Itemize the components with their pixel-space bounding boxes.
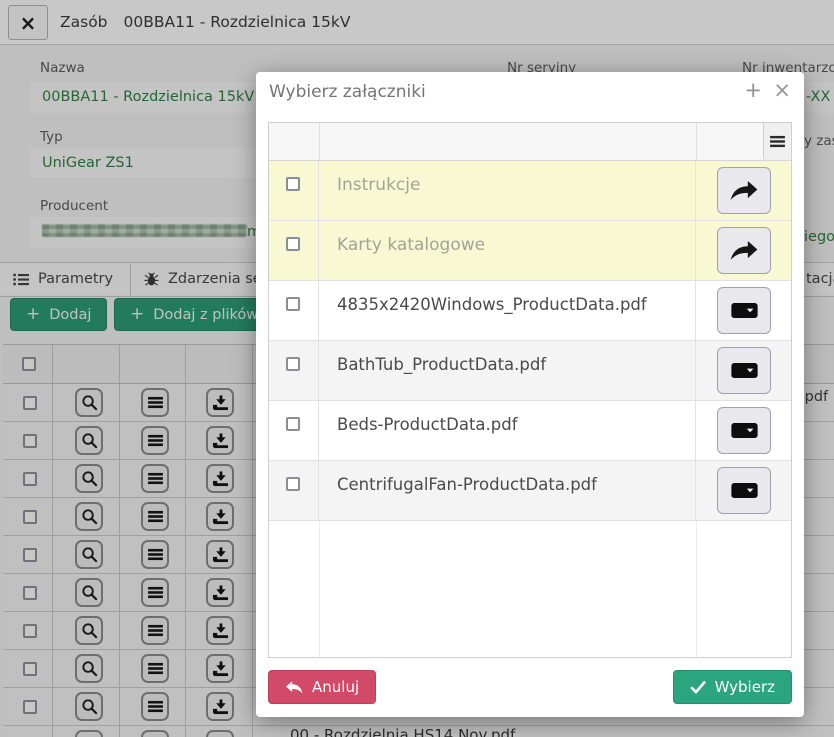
action-cell xyxy=(696,281,791,340)
attachment-row: BathTub_ProductData.pdf xyxy=(269,341,791,401)
attachments-dialog: Wybierz załączniki + × Instrukcje xyxy=(256,72,804,717)
attachment-checkbox[interactable] xyxy=(286,417,300,431)
attachment-name: Beds-ProductData.pdf xyxy=(337,415,518,434)
attachment-name: Karty katalogowe xyxy=(337,235,485,255)
attachment-row: CentrifugalFan-ProductData.pdf xyxy=(269,461,791,521)
cancel-button[interactable]: Anuluj xyxy=(268,670,376,704)
cancel-label: Anuluj xyxy=(312,678,359,696)
attachment-name: CentrifugalFan-ProductData.pdf xyxy=(337,475,597,494)
name-cell: BathTub_ProductData.pdf xyxy=(319,341,696,400)
attachment-name: BathTub_ProductData.pdf xyxy=(337,355,546,374)
name-cell: Karty katalogowe xyxy=(319,221,696,280)
card-dropdown-icon xyxy=(731,303,758,318)
attachment-name: 4835x2420Windows_ProductData.pdf xyxy=(337,295,647,314)
attachment-row: Beds-ProductData.pdf xyxy=(269,401,791,461)
row-action-button[interactable] xyxy=(717,467,771,514)
attachment-checkbox[interactable] xyxy=(286,237,300,251)
select-label: Wybierz xyxy=(715,678,775,696)
attachment-checkbox[interactable] xyxy=(286,357,300,371)
row-action-button[interactable] xyxy=(717,347,771,394)
action-cell xyxy=(696,341,791,400)
name-cell: Beds-ProductData.pdf xyxy=(319,401,696,460)
attachment-row: Karty katalogowe xyxy=(269,221,791,281)
attachment-name: Instrukcje xyxy=(337,175,420,195)
card-dropdown-icon xyxy=(731,423,758,438)
close-icon: × xyxy=(773,78,791,102)
card-dropdown-icon xyxy=(731,483,758,498)
reply-arrow-icon xyxy=(285,680,303,695)
check-icon xyxy=(690,681,706,694)
row-action-button[interactable] xyxy=(717,167,771,214)
plus-icon: + xyxy=(744,78,762,102)
hamburger-icon xyxy=(770,135,785,148)
attachments-table: Instrukcje Karty katalogowe xyxy=(268,122,792,658)
forward-arrow-icon xyxy=(729,180,759,201)
checkbox-cell xyxy=(269,461,319,520)
action-cell xyxy=(696,161,791,220)
attachment-row: 4835x2420Windows_ProductData.pdf xyxy=(269,281,791,341)
attachment-checkbox[interactable] xyxy=(286,177,300,191)
action-cell xyxy=(696,221,791,280)
attachments-table-header xyxy=(269,123,791,161)
name-cell: Instrukcje xyxy=(319,161,696,220)
name-cell: 4835x2420Windows_ProductData.pdf xyxy=(319,281,696,340)
forward-arrow-icon xyxy=(729,240,759,261)
card-dropdown-icon xyxy=(731,363,758,378)
app-screen: × Zasób00BBA11 - Rozdzielnica 15kV Nazwa… xyxy=(0,0,834,737)
table-empty-area xyxy=(269,521,791,657)
checkbox-cell xyxy=(269,341,319,400)
checkbox-cell xyxy=(269,161,319,220)
dialog-add-button[interactable]: + xyxy=(744,80,762,101)
checkbox-cell xyxy=(269,221,319,280)
row-action-button[interactable] xyxy=(717,287,771,334)
row-action-button[interactable] xyxy=(717,227,771,274)
row-action-button[interactable] xyxy=(717,407,771,454)
checkbox-cell xyxy=(269,401,319,460)
name-cell: CentrifugalFan-ProductData.pdf xyxy=(319,461,696,520)
attachment-checkbox[interactable] xyxy=(286,297,300,311)
attachment-checkbox[interactable] xyxy=(286,477,300,491)
column-menu-button[interactable] xyxy=(763,123,791,160)
checkbox-cell xyxy=(269,281,319,340)
dialog-title: Wybierz załączniki xyxy=(269,82,426,102)
attachment-row: Instrukcje xyxy=(269,161,791,221)
action-cell xyxy=(696,401,791,460)
action-cell xyxy=(696,461,791,520)
dialog-close-button[interactable]: × xyxy=(773,80,791,101)
select-button[interactable]: Wybierz xyxy=(673,670,792,704)
